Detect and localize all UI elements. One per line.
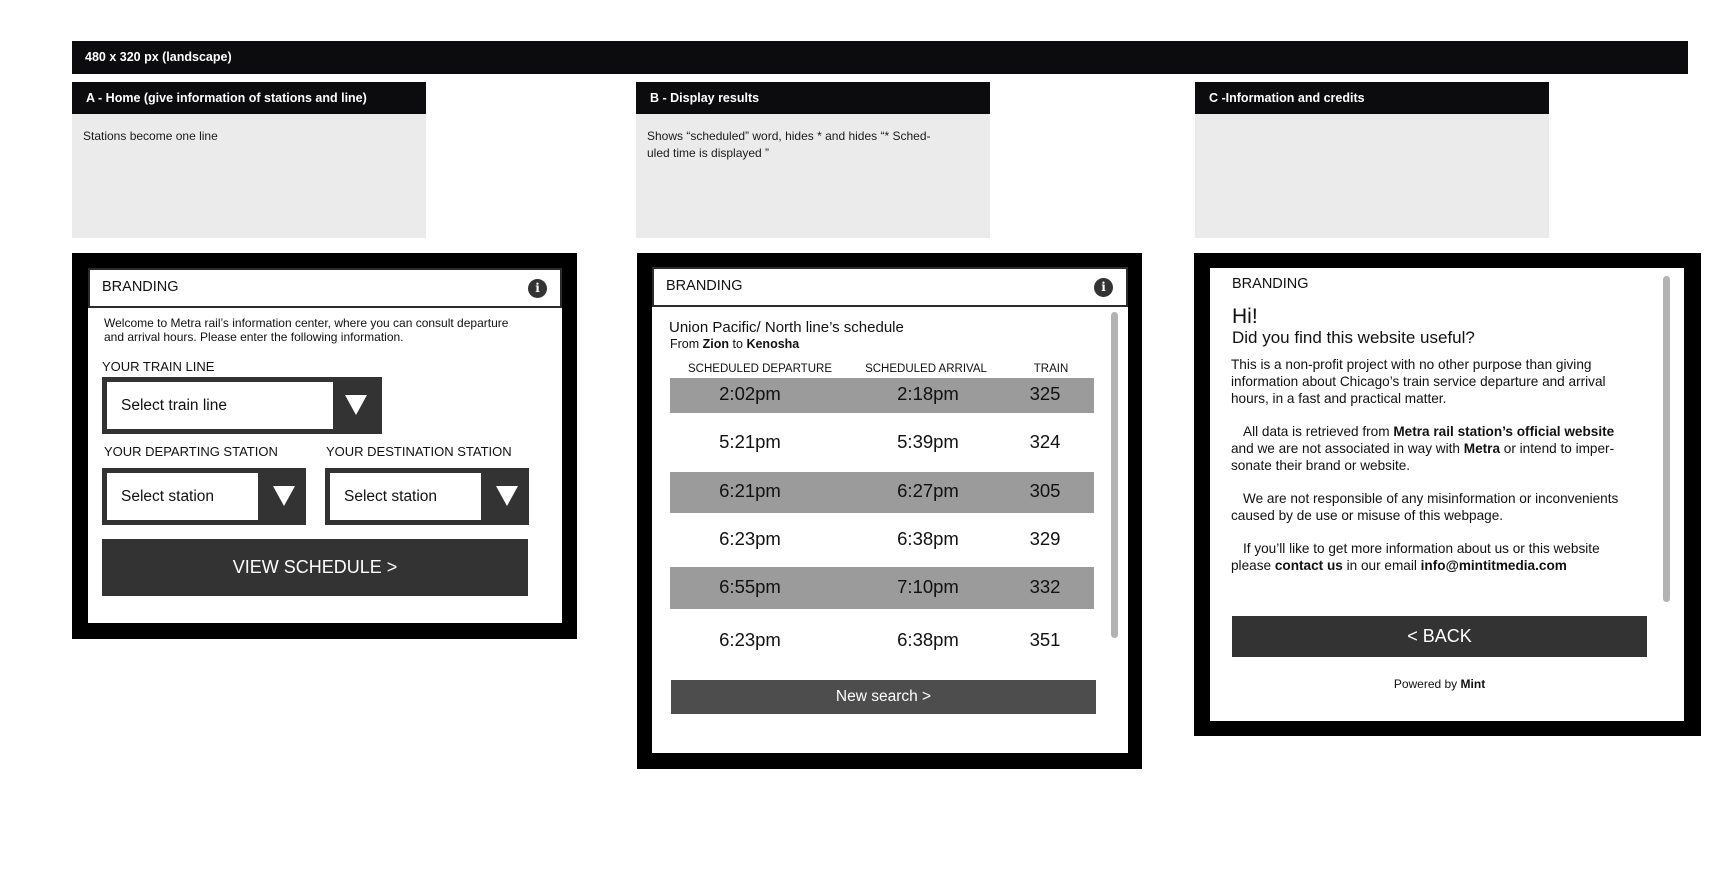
data-source-line3: sonate their brand or website. <box>1231 458 1411 473</box>
note-b-body-line2: uled time is displayed ” <box>647 146 770 160</box>
contact-us-link[interactable]: contact us <box>1275 558 1343 573</box>
departing-station-label: YOUR DEPARTING STATION <box>104 444 278 459</box>
schedule-row[interactable]: 6:23pm 6:38pm 329 <box>670 520 1094 560</box>
train-line-select-value: Select train line <box>107 382 333 429</box>
greeting-heading: Hi! <box>1232 305 1258 328</box>
note-c-body <box>1195 114 1549 238</box>
departure-time: 6:23pm <box>719 528 781 549</box>
screen-a-header: BRANDING i <box>88 268 562 308</box>
note-b-title: B - Display results <box>636 82 990 114</box>
from-station: Zion <box>702 337 730 351</box>
branding-logo[interactable]: BRANDING <box>666 278 743 294</box>
note-a-title: A - Home (give information of stations a… <box>72 82 426 114</box>
note-b-body-line1: Shows “scheduled” word, hides * and hide… <box>647 129 931 143</box>
mint-brand: Mint <box>1460 677 1486 691</box>
powered-by-text: Powered by <box>1393 677 1458 691</box>
official-website-link[interactable]: Metra rail station’s official website <box>1393 424 1614 439</box>
info-icon[interactable]: i <box>1094 278 1113 297</box>
departure-time: 6:55pm <box>719 576 781 597</box>
note-b-body: Shows “scheduled” word, hides * and hide… <box>636 114 990 238</box>
schedule-scrollbar[interactable] <box>1111 312 1118 638</box>
back-button[interactable]: < BACK <box>1232 616 1647 657</box>
disclaimer-line2: caused by de use or misuse of this webpa… <box>1231 508 1504 523</box>
welcome-text-line2: and arrival hours. Please enter the foll… <box>104 330 404 344</box>
about-paragraph: This is a non-profit project with no oth… <box>1231 356 1659 407</box>
contact-paragraph: If you’ll like to get more information a… <box>1231 540 1659 574</box>
branding-logo[interactable]: BRANDING <box>102 279 179 295</box>
branding-logo[interactable]: BRANDING <box>1232 276 1309 292</box>
data-source-text-e: or intend to imper- <box>1503 441 1615 456</box>
arrival-time: 7:10pm <box>897 576 959 597</box>
schedule-row[interactable]: 2:02pm 2:18pm 325 <box>670 378 1094 413</box>
arrival-time: 6:27pm <box>897 480 959 501</box>
welcome-text-line1: Welcome to Metra rail’s information cent… <box>104 316 509 330</box>
arrival-time: 2:18pm <box>897 383 959 404</box>
schedule-row[interactable]: 5:21pm 5:39pm 324 <box>670 422 1094 466</box>
arrival-time: 6:38pm <box>897 629 959 650</box>
note-a-body: Stations become one line <box>72 114 426 238</box>
column-header-arrival: SCHEDULED ARRIVAL <box>865 363 987 375</box>
question-heading: Did you find this website useful? <box>1232 328 1475 347</box>
note-c: C -Information and credits <box>1195 82 1549 238</box>
arrival-time: 5:39pm <box>897 431 959 452</box>
column-header-departure: SCHEDULED DEPARTURE <box>688 363 832 375</box>
note-b: B - Display results Shows “scheduled” wo… <box>636 82 990 238</box>
departure-time: 2:02pm <box>719 383 781 404</box>
info-scrollbar[interactable] <box>1663 276 1670 602</box>
from-label: From <box>670 337 700 351</box>
departure-time: 6:21pm <box>719 480 781 501</box>
departing-station-select[interactable]: Select station <box>102 468 306 525</box>
powered-by: Powered by Mint <box>1232 677 1647 691</box>
to-label: to <box>732 337 743 351</box>
data-source-line1: All data is retrieved from Metra rail st… <box>1231 423 1659 440</box>
schedule-row[interactable]: 6:21pm 6:27pm 305 <box>670 472 1094 513</box>
info-icon[interactable]: i <box>528 279 547 298</box>
route-subtitle: From Zion to Kenosha <box>670 337 799 351</box>
destination-station-select-value: Select station <box>330 473 481 520</box>
destination-station-label: YOUR DESTINATION STATION <box>326 444 512 459</box>
metra-brand: Metra <box>1463 441 1501 456</box>
train-number: 332 <box>1029 576 1061 597</box>
destination-station-select[interactable]: Select station <box>325 468 529 525</box>
schedule-title: Union Pacific/ North line’s schedule <box>669 319 904 336</box>
disclaimer-line1: We are not responsible of any misinforma… <box>1243 491 1619 506</box>
train-number: 351 <box>1029 629 1061 650</box>
note-c-title: C -Information and credits <box>1195 82 1549 114</box>
new-search-button[interactable]: New search > <box>671 680 1096 714</box>
departure-time: 6:23pm <box>719 629 781 650</box>
train-line-label: YOUR TRAIN LINE <box>102 359 215 374</box>
disclaimer-paragraph: We are not responsible of any misinforma… <box>1231 490 1659 524</box>
about-line2: information about Chicago’s train servic… <box>1231 374 1606 389</box>
note-a: A - Home (give information of stations a… <box>72 82 426 238</box>
train-number: 325 <box>1029 383 1061 404</box>
contact-text-a: please <box>1231 558 1272 573</box>
schedule-row[interactable]: 6:23pm 6:38pm 351 <box>670 620 1094 662</box>
view-schedule-button[interactable]: VIEW SCHEDULE > <box>102 539 528 596</box>
chevron-down-icon <box>273 486 295 506</box>
arrival-time: 6:38pm <box>897 528 959 549</box>
chevron-down-icon <box>496 486 518 506</box>
data-source-text-c: and we are not associated in way with <box>1231 441 1460 456</box>
chevron-down-icon <box>345 395 367 415</box>
email-link[interactable]: info@mintitmedia.com <box>1421 558 1567 573</box>
about-line3: hours, in a fast and practical matter. <box>1231 391 1447 406</box>
departure-time: 5:21pm <box>719 431 781 452</box>
screen-b-header: BRANDING i <box>652 267 1128 307</box>
train-number: 329 <box>1029 528 1061 549</box>
about-line1: This is a non-profit project with no oth… <box>1231 357 1592 372</box>
to-station: Kenosha <box>746 337 800 351</box>
contact-line1: If you’ll like to get more information a… <box>1243 541 1600 556</box>
schedule-row[interactable]: 6:55pm 7:10pm 332 <box>670 567 1094 609</box>
contact-line2: please contact us in our email info@mint… <box>1231 557 1659 574</box>
departing-station-select-value: Select station <box>107 473 258 520</box>
train-number: 305 <box>1029 480 1061 501</box>
column-header-train: TRAIN <box>1033 363 1069 375</box>
resolution-banner: 480 x 320 px (landscape) <box>72 41 1688 74</box>
data-source-line2: and we are not associated in way with Me… <box>1231 440 1659 457</box>
data-source-paragraph: All data is retrieved from Metra rail st… <box>1231 423 1659 474</box>
data-source-text-a: All data is retrieved from <box>1243 424 1390 439</box>
contact-text-c: in our email <box>1346 558 1417 573</box>
train-number: 324 <box>1029 431 1061 452</box>
train-line-select[interactable]: Select train line <box>102 377 382 434</box>
